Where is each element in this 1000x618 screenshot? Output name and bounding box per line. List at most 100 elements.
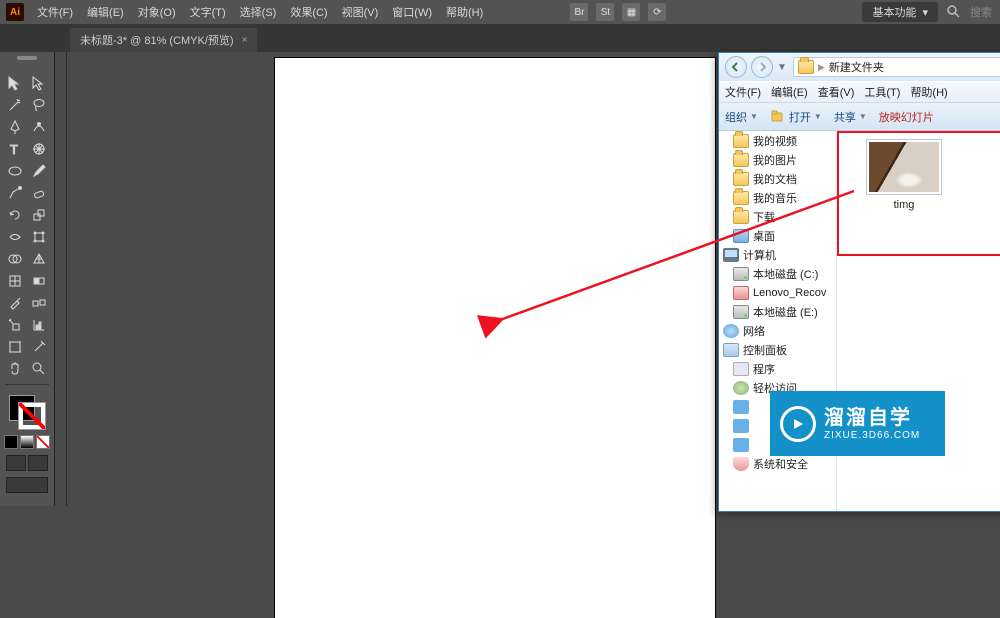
tree-my-music[interactable]: 我的音乐	[719, 188, 836, 207]
width-tool[interactable]	[3, 226, 27, 248]
tree-lenovo-recovery[interactable]: Lenovo_Recov	[719, 283, 836, 302]
folder-icon	[733, 153, 749, 167]
shield-icon	[733, 457, 749, 471]
shape-builder-tool[interactable]	[3, 248, 27, 270]
menu-type[interactable]: 文字(T)	[183, 4, 233, 20]
menu-effect[interactable]: 效果(C)	[283, 4, 334, 20]
nav-forward-button[interactable]	[751, 56, 773, 78]
pen-tool[interactable]	[3, 116, 27, 138]
line-tool[interactable]	[27, 138, 51, 160]
menu-view[interactable]: 视图(V)	[335, 4, 386, 20]
lasso-tool[interactable]	[27, 94, 51, 116]
scale-tool[interactable]	[27, 204, 51, 226]
arrange-icon[interactable]: ▦	[622, 3, 640, 21]
toolbar-slideshow[interactable]: 放映幻灯片	[879, 109, 934, 125]
watermark-text: 溜溜自学 ZIXUE.3D66.COM	[824, 406, 920, 442]
nav-back-button[interactable]	[725, 56, 747, 78]
color-gradient-icon[interactable]	[20, 435, 34, 449]
stock-icon[interactable]: St	[596, 3, 614, 21]
exp-menu-edit[interactable]: 编辑(E)	[771, 84, 808, 100]
color-none-icon[interactable]	[36, 435, 50, 449]
collapsed-panel[interactable]	[55, 52, 67, 506]
color-mode-row	[4, 435, 50, 449]
tree-system-security[interactable]: 系统和安全	[719, 454, 836, 473]
tree-drive-e[interactable]: 本地磁盘 (E:)	[719, 302, 836, 321]
workspace-dropdown[interactable]: 基本功能 ▾	[862, 2, 938, 22]
address-bar[interactable]: ▶ 新建文件夹	[793, 57, 1000, 77]
artboard[interactable]	[275, 58, 715, 618]
tree-my-pictures[interactable]: 我的图片	[719, 150, 836, 169]
tree-control-panel[interactable]: 控制面板	[719, 340, 836, 359]
artboard-tool[interactable]	[3, 336, 27, 358]
explorer-header: ▼ ▶ 新建文件夹	[719, 53, 1000, 81]
folder-icon	[733, 191, 749, 205]
stroke-color-icon[interactable]	[19, 403, 45, 429]
watermark-title: 溜溜自学	[824, 406, 920, 430]
screen-mode-button[interactable]	[6, 477, 48, 493]
menu-object[interactable]: 对象(O)	[131, 4, 183, 20]
search-placeholder: 搜索	[970, 4, 992, 20]
tree-desktop[interactable]: 桌面	[719, 226, 836, 245]
document-tab[interactable]: 未标题-3* @ 81% (CMYK/预览) ×	[70, 28, 257, 52]
nav-history-dropdown[interactable]: ▼	[777, 62, 789, 73]
tools-panel: T	[0, 52, 55, 506]
search-icon[interactable]	[946, 4, 962, 20]
slice-tool[interactable]	[27, 336, 51, 358]
draw-behind-icon[interactable]	[28, 455, 48, 471]
type-tool[interactable]: T	[3, 138, 27, 160]
tree-my-videos[interactable]: 我的视频	[719, 131, 836, 150]
magic-wand-tool[interactable]	[3, 94, 27, 116]
exp-menu-tools[interactable]: 工具(T)	[864, 84, 900, 100]
toolbar-open[interactable]: 打开▼	[770, 109, 822, 125]
tree-computer[interactable]: 计算机	[719, 245, 836, 264]
symbol-sprayer-tool[interactable]	[3, 314, 27, 336]
ease-icon	[733, 381, 749, 395]
blend-tool[interactable]	[27, 292, 51, 314]
menu-window[interactable]: 窗口(W)	[385, 4, 439, 20]
rectangle-tool[interactable]	[3, 160, 27, 182]
hand-tool[interactable]	[3, 358, 27, 380]
selection-tool[interactable]	[3, 72, 27, 94]
perspective-tool[interactable]	[27, 248, 51, 270]
exp-menu-file[interactable]: 文件(F)	[725, 84, 761, 100]
color-normal-icon[interactable]	[4, 435, 18, 449]
tools-grip-icon[interactable]	[9, 56, 45, 68]
fill-stroke-swatch[interactable]	[7, 393, 47, 431]
draw-normal-icon[interactable]	[6, 455, 26, 471]
toolbar-share-label: 共享	[834, 109, 856, 125]
tab-close-icon[interactable]: ×	[242, 35, 248, 46]
eraser-tool[interactable]	[27, 182, 51, 204]
menu-edit[interactable]: 编辑(E)	[80, 4, 131, 20]
tree-downloads[interactable]: 下载	[719, 207, 836, 226]
tree-programs[interactable]: 程序	[719, 359, 836, 378]
tree-my-documents[interactable]: 我的文档	[719, 169, 836, 188]
tree-drive-c[interactable]: 本地磁盘 (C:)	[719, 264, 836, 283]
folder-icon	[798, 60, 814, 74]
gradient-tool[interactable]	[27, 270, 51, 292]
path-segment[interactable]: 新建文件夹	[825, 59, 888, 75]
file-item-timg[interactable]: timg	[859, 139, 949, 211]
rotate-tool[interactable]	[3, 204, 27, 226]
menu-select[interactable]: 选择(S)	[233, 4, 284, 20]
mesh-tool[interactable]	[3, 270, 27, 292]
exp-menu-help[interactable]: 帮助(H)	[910, 84, 947, 100]
zoom-tool[interactable]	[27, 358, 51, 380]
computer-icon	[723, 248, 739, 262]
toolbar-share[interactable]: 共享▼	[834, 109, 867, 125]
bridge-icon[interactable]: Br	[570, 3, 588, 21]
shaper-tool[interactable]	[3, 182, 27, 204]
direct-selection-tool[interactable]	[27, 72, 51, 94]
graph-tool[interactable]	[27, 314, 51, 336]
free-transform-tool[interactable]	[27, 226, 51, 248]
curvature-tool[interactable]	[27, 116, 51, 138]
paintbrush-tool[interactable]	[27, 160, 51, 182]
menu-help[interactable]: 帮助(H)	[439, 4, 490, 20]
exp-menu-view[interactable]: 查看(V)	[818, 84, 855, 100]
chevron-down-icon: ▼	[750, 112, 758, 121]
tree-network[interactable]: 网络	[719, 321, 836, 340]
menu-file[interactable]: 文件(F)	[30, 4, 80, 20]
eyedropper-tool[interactable]	[3, 292, 27, 314]
toolbar-open-label: 打开	[789, 109, 811, 125]
gpu-icon[interactable]: ⟳	[648, 3, 666, 21]
toolbar-organize[interactable]: 组织▼	[725, 109, 758, 125]
